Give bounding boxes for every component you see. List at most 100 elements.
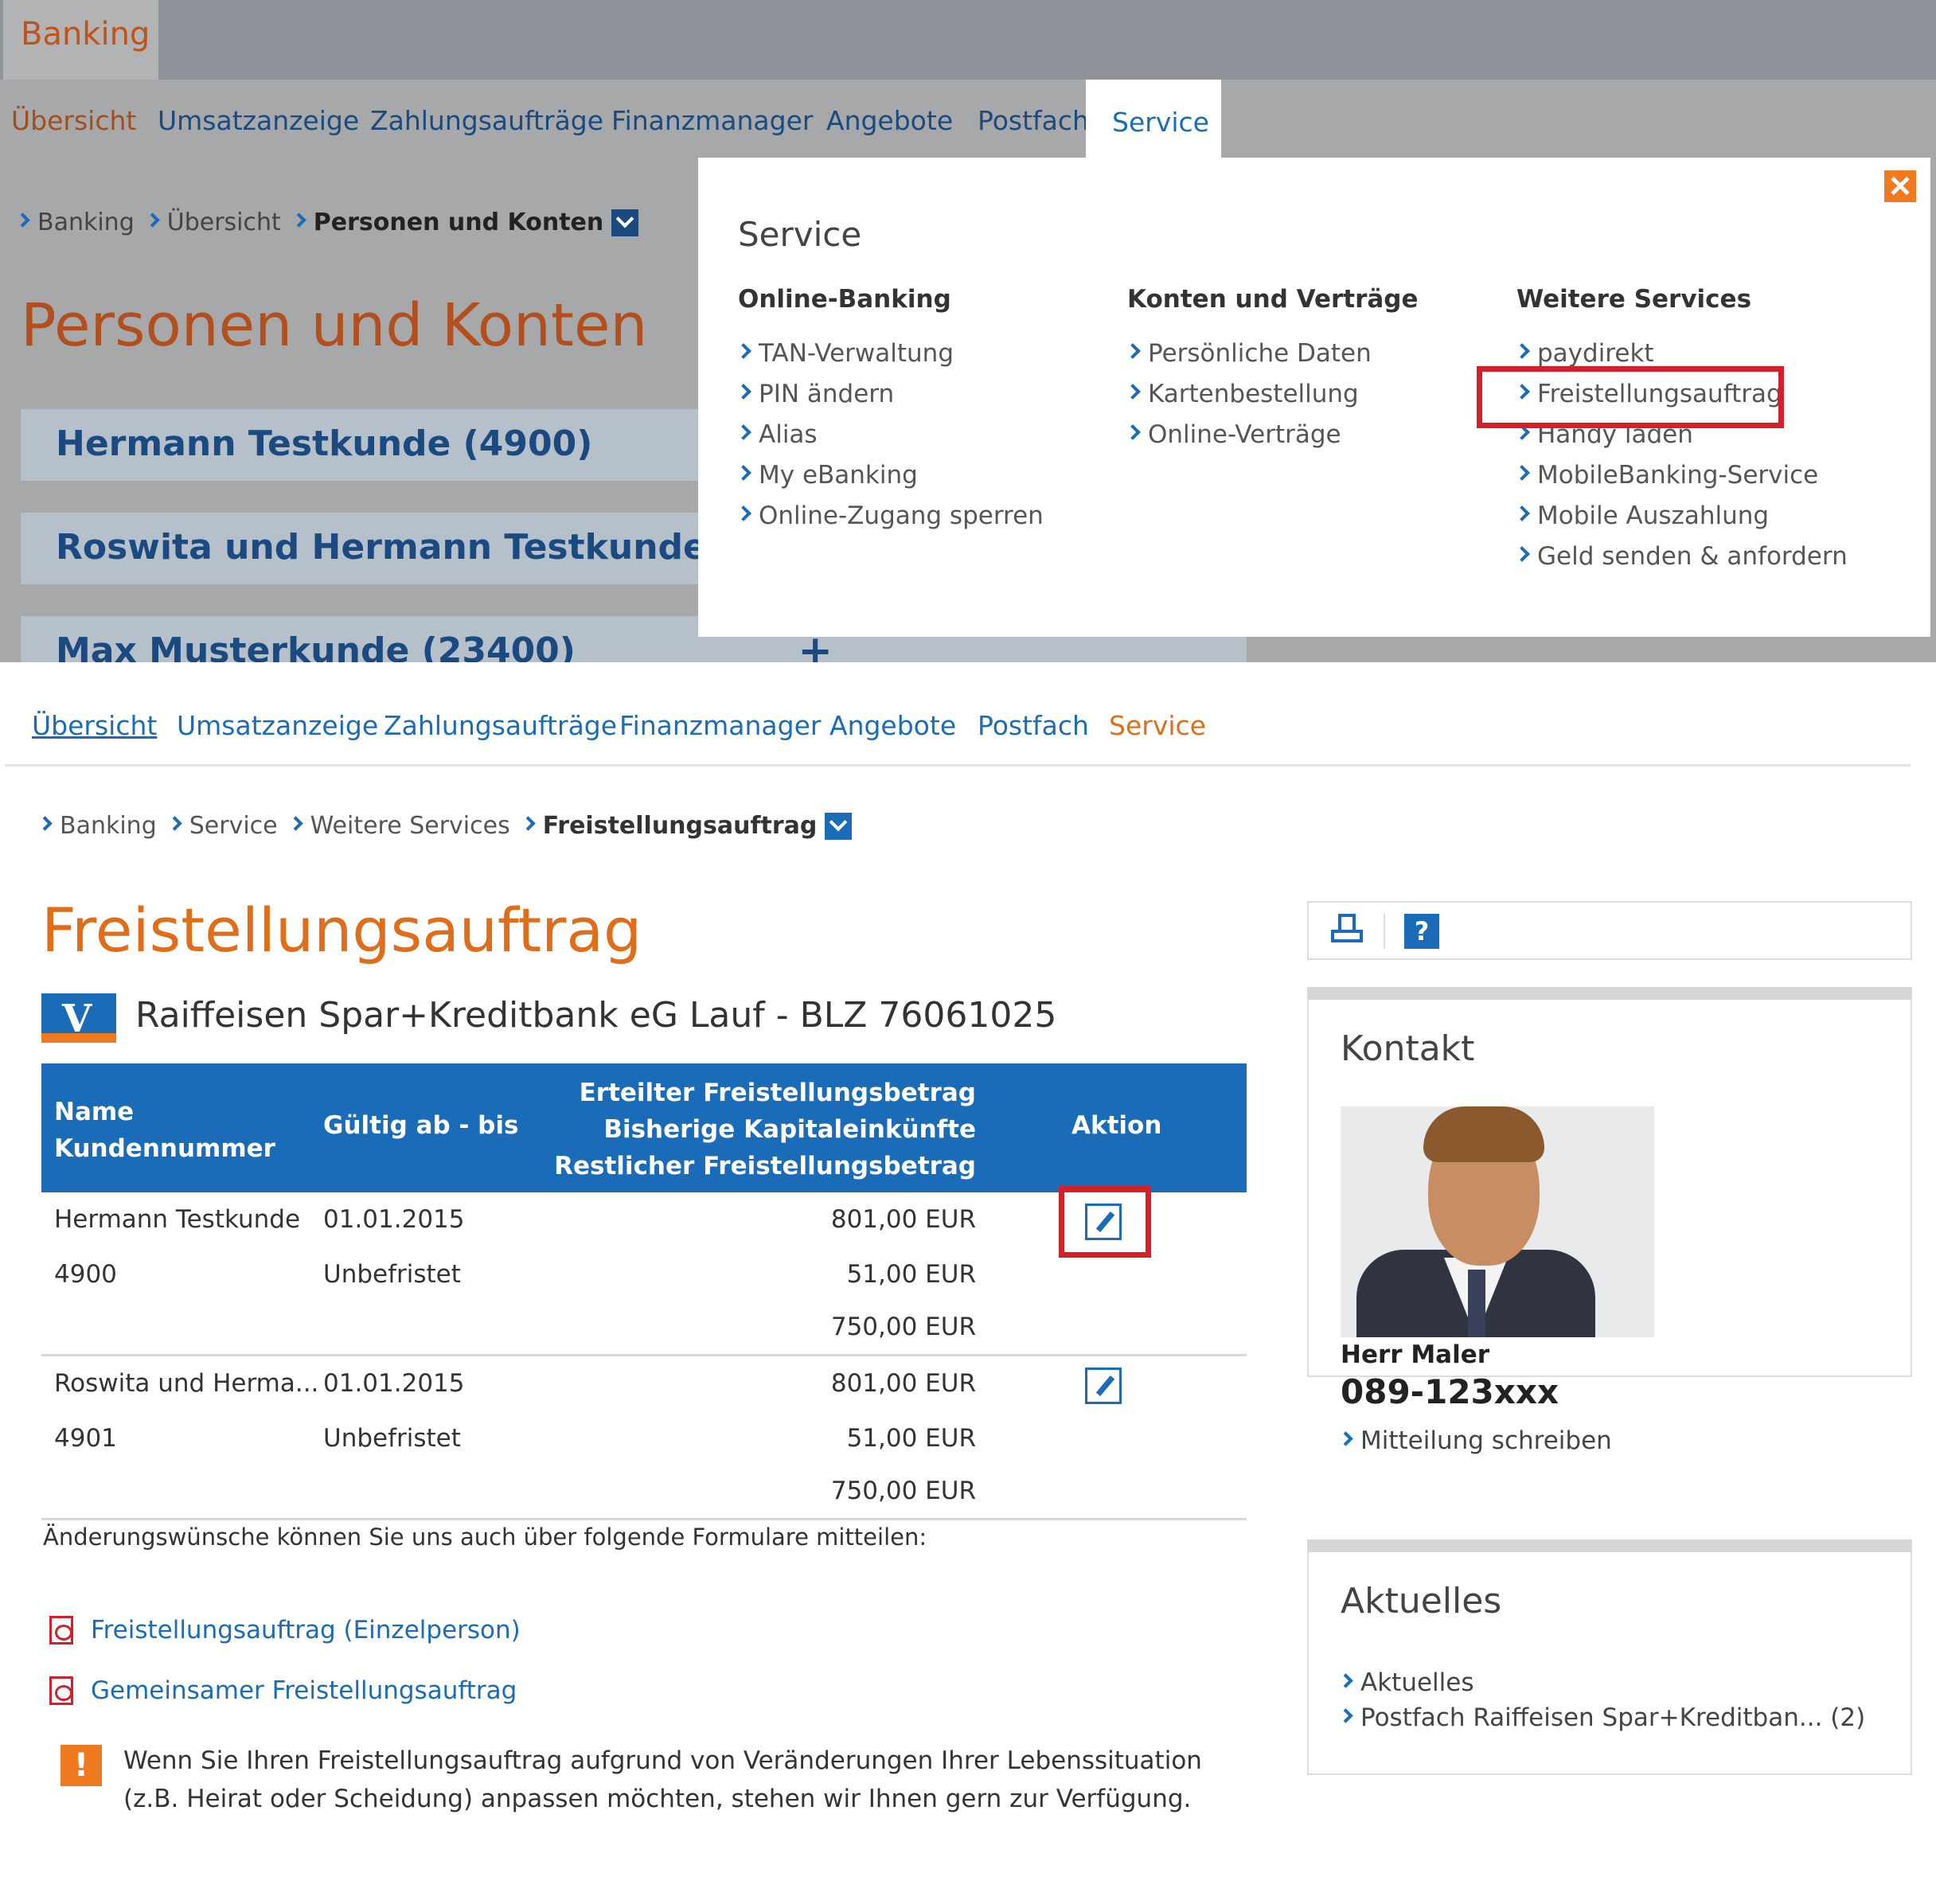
warning-text: Wenn Sie Ihren Freistellungsauftrag aufg… [123, 1746, 1202, 1813]
breadcrumb-weitere-services[interactable]: Weitere Services [310, 812, 510, 840]
page-title: Freistellungsauftrag [41, 895, 642, 966]
nav-uebersicht[interactable]: Übersicht [32, 710, 157, 741]
breadcrumb-uebersicht[interactable]: Übersicht [167, 209, 281, 236]
overlay-nav-finanzmanager[interactable]: Finanzmanager [611, 105, 813, 136]
write-message-link[interactable]: Mitteilung schreiben [1338, 1426, 1612, 1455]
cell-bisherige: 51,00 EUR [846, 1424, 976, 1453]
cell-name: Hermann Testkunde [54, 1205, 301, 1234]
contact-photo [1341, 1106, 1654, 1337]
warning-icon: ! [60, 1745, 102, 1786]
menu-item-mobile-auszahlung[interactable]: Mobile Auszahlung [1514, 495, 1848, 536]
menu-item-persoenliche-daten[interactable]: Persönliche Daten [1125, 333, 1419, 373]
chevron-right-icon [1338, 1430, 1353, 1446]
menu-item-alias[interactable]: Alias [736, 414, 1044, 455]
cell-gueltig-bis: Unbefristet [323, 1424, 461, 1453]
chevron-right-icon [1125, 342, 1141, 359]
news-title: Aktuelles [1341, 1581, 1502, 1621]
news-link-postfach[interactable]: Postfach Raiffeisen Spar+Kreditban... (2… [1338, 1703, 1865, 1732]
banking-tab[interactable]: Banking [3, 0, 158, 80]
print-icon[interactable] [1331, 914, 1363, 946]
news-box: Aktuelles Aktuelles Postfach Raiffeisen … [1307, 1539, 1912, 1775]
cell-erteilt: 801,00 EUR [830, 1369, 976, 1398]
nav-service[interactable]: Service [1109, 710, 1206, 741]
chevron-right-icon [736, 505, 751, 521]
close-icon[interactable] [1884, 170, 1916, 202]
account-label: Roswita und Hermann Testkunde (490 [56, 527, 809, 568]
cell-gueltig-bis: Unbefristet [323, 1260, 461, 1289]
edit-pencil-icon[interactable] [1085, 1204, 1122, 1240]
overlay-nav-service[interactable]: Service [1086, 80, 1221, 161]
pdf-link-einzelperson[interactable]: Freistellungsauftrag (Einzelperson) [49, 1616, 521, 1645]
pdf-icon [49, 1676, 73, 1705]
breadcrumb-current: Personen und Konten [313, 209, 604, 236]
menu-item-online-zugang-sperren[interactable]: Online-Zugang sperren [736, 495, 1044, 536]
cell-name: Roswita und Herma... [54, 1369, 319, 1398]
chevron-right-icon [291, 213, 306, 228]
nav-postfach[interactable]: Postfach [978, 710, 1089, 741]
contact-title: Kontakt [1341, 1028, 1475, 1069]
header-bisherige: Bisherige Kapitaleinkünfte [603, 1115, 976, 1144]
nav-zahlungsauftraege[interactable]: Zahlungsaufträge [384, 710, 617, 741]
help-icon[interactable]: ? [1404, 914, 1439, 949]
cell-bisherige: 51,00 EUR [846, 1260, 976, 1289]
cell-restlich: 750,00 EUR [830, 1313, 976, 1341]
table-row: Roswita und Herma... 4901 01.01.2015 Unb… [41, 1356, 1247, 1520]
chevron-right-icon [1514, 505, 1530, 521]
chevron-down-icon[interactable] [825, 812, 853, 840]
account-label: Max Musterkunde (23400) [56, 630, 576, 662]
overlay-nav-postfach[interactable]: Postfach [978, 105, 1089, 136]
nav-divider [5, 764, 1911, 767]
service-mega-menu: Service Online-Banking TAN-Verwaltung PI… [698, 158, 1930, 637]
table-header: Name Kundennummer Gültig ab - bis Erteilt… [41, 1063, 1247, 1192]
overlay-screenshot: Banking Übersicht Umsatzanzeige Zahlungs… [0, 0, 1936, 662]
menu-item-pin-aendern[interactable]: PIN ändern [736, 373, 1044, 414]
chevron-right-icon [736, 383, 751, 400]
chevron-right-icon [1514, 545, 1530, 562]
main-page: Übersicht Umsatzanzeige Zahlungsaufträge… [0, 662, 1936, 1904]
cell-restlich: 750,00 EUR [830, 1477, 976, 1505]
menu-item-online-vertraege[interactable]: Online-Verträge [1125, 414, 1419, 455]
menu-title: Service [738, 215, 862, 254]
cell-gueltig-ab: 01.01.2015 [323, 1205, 465, 1234]
breadcrumb-banking[interactable]: Banking [60, 812, 157, 840]
header-gueltig: Gültig ab - bis [323, 1111, 519, 1140]
contact-phone: 089-123xxx [1341, 1372, 1559, 1411]
contact-person: Herr Maler [1341, 1340, 1490, 1369]
forms-note: Änderungswünsche können Sie uns auch übe… [43, 1524, 927, 1551]
menu-item-kartenbestellung[interactable]: Kartenbestellung [1125, 373, 1419, 414]
chevron-right-icon [1514, 464, 1530, 481]
chevron-right-icon [287, 816, 303, 831]
breadcrumb-current: Freistellungsauftrag [542, 812, 818, 840]
edit-pencil-icon[interactable] [1085, 1368, 1122, 1404]
pdf-icon [49, 1616, 73, 1645]
header-restlich: Restlicher Freistellungsbetrag [554, 1152, 976, 1180]
chevron-right-icon [736, 342, 751, 359]
menu-item-geld-senden[interactable]: Geld senden & anfordern [1514, 536, 1848, 576]
chevron-right-icon [37, 816, 53, 831]
chevron-right-icon [1125, 423, 1141, 440]
news-link-aktuelles[interactable]: Aktuelles [1338, 1668, 1473, 1697]
overlay-nav-uebersicht[interactable]: Übersicht [11, 105, 136, 136]
chevron-right-icon [736, 423, 751, 440]
nav-finanzmanager[interactable]: Finanzmanager [619, 710, 821, 741]
menu-item-my-ebanking[interactable]: My eBanking [736, 455, 1044, 495]
pdf-link-gemeinsam[interactable]: Gemeinsamer Freistellungsauftrag [49, 1676, 517, 1705]
chevron-right-icon [736, 464, 751, 481]
chevron-down-icon[interactable] [611, 209, 639, 236]
overlay-nav-angebote[interactable]: Angebote [826, 105, 953, 136]
menu-item-mobilebanking-service[interactable]: MobileBanking-Service [1514, 455, 1848, 495]
overlay-nav-umsatzanzeige[interactable]: Umsatzanzeige [158, 105, 359, 136]
freistellung-table: Name Kundennummer Gültig ab - bis Erteilt… [41, 1063, 1247, 1520]
nav-angebote[interactable]: Angebote [829, 710, 956, 741]
nav-umsatzanzeige[interactable]: Umsatzanzeige [177, 710, 378, 741]
header-erteilt: Erteilter Freistellungsbetrag [579, 1079, 976, 1107]
contact-box: Kontakt Herr Maler 089-123xxx Mitteilung… [1307, 987, 1912, 1455]
overlay-breadcrumb: Banking Übersicht Personen und Konten [15, 209, 651, 236]
menu-item-tan-verwaltung[interactable]: TAN-Verwaltung [736, 333, 1044, 373]
highlight-box [1477, 366, 1784, 428]
breadcrumb-banking[interactable]: Banking [37, 209, 135, 236]
top-tabbar [0, 0, 1936, 80]
breadcrumb-service[interactable]: Service [189, 812, 278, 840]
overlay-nav-zahlungsauftraege[interactable]: Zahlungsaufträge [370, 105, 603, 136]
chevron-right-icon [167, 816, 182, 831]
